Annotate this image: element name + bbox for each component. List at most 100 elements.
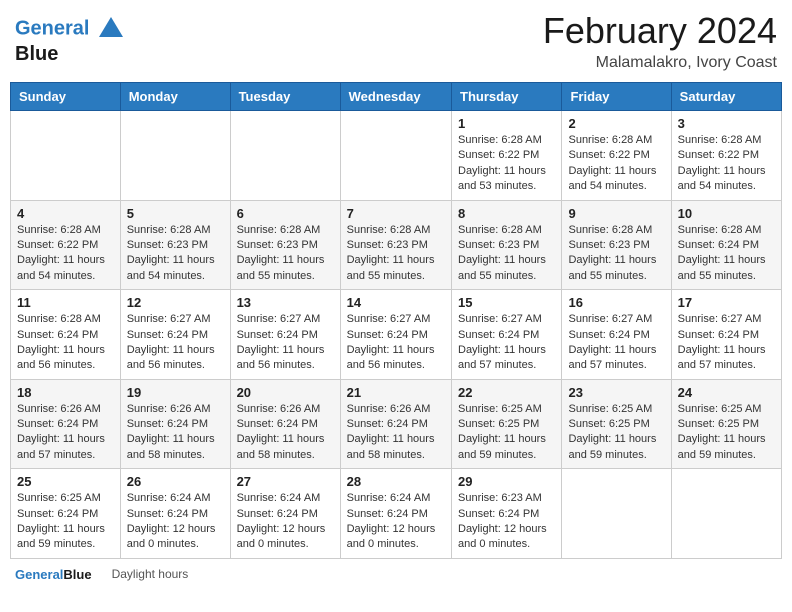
day-info: Sunrise: 6:26 AMSunset: 6:24 PMDaylight:… (17, 402, 114, 464)
dow-sunday: Sunday (11, 83, 121, 111)
day-info: Sunrise: 6:24 AMSunset: 6:24 PMDaylight:… (127, 491, 224, 553)
footer: GeneralBlue Daylight hours (10, 567, 782, 582)
calendar-cell (230, 111, 340, 201)
calendar-cell: 26 Sunrise: 6:24 AMSunset: 6:24 PMDayligh… (120, 469, 230, 559)
day-number: 9 (568, 206, 664, 221)
day-number: 19 (127, 385, 224, 400)
calendar-cell: 9 Sunrise: 6:28 AMSunset: 6:23 PMDaylight… (562, 200, 671, 290)
day-info: Sunrise: 6:26 AMSunset: 6:24 PMDaylight:… (127, 402, 224, 464)
calendar-cell: 17Sunrise: 6:27 AMSunset: 6:24 PMDayligh… (671, 290, 781, 380)
day-number: 29 (458, 474, 555, 489)
calendar-cell: 16 Sunrise: 6:27 AMSunset: 6:24 PMDayligh… (562, 290, 671, 380)
day-number: 20 (237, 385, 334, 400)
calendar-cell: 20 Sunrise: 6:26 AMSunset: 6:24 PMDayligh… (230, 379, 340, 469)
footer-note: Daylight hours (112, 567, 189, 581)
calendar-cell (671, 469, 781, 559)
calendar-cell: 12 Sunrise: 6:27 AMSunset: 6:24 PMDayligh… (120, 290, 230, 380)
calendar-cell (340, 111, 451, 201)
day-number: 18 (17, 385, 114, 400)
calendar-cell: 23 Sunrise: 6:25 AMSunset: 6:25 PMDayligh… (562, 379, 671, 469)
calendar-cell: 11 Sunrise: 6:28 AMSunset: 6:24 PMDayligh… (11, 290, 121, 380)
location-title: Malamalakro, Ivory Coast (543, 54, 777, 72)
calendar-cell: 18 Sunrise: 6:26 AMSunset: 6:24 PMDayligh… (11, 379, 121, 469)
calendar-cell: 3Sunrise: 6:28 AMSunset: 6:22 PMDaylight… (671, 111, 781, 201)
calendar-cell: 25 Sunrise: 6:25 AMSunset: 6:24 PMDayligh… (11, 469, 121, 559)
day-info: Sunrise: 6:28 AMSunset: 6:23 PMDaylight:… (458, 223, 555, 285)
footer-logo: GeneralBlue (15, 567, 92, 582)
day-number: 17 (678, 295, 775, 310)
day-number: 25 (17, 474, 114, 489)
logo-blue: Blue (15, 43, 125, 65)
calendar-cell: 5Sunrise: 6:28 AMSunset: 6:23 PMDaylight… (120, 200, 230, 290)
week-row-1: 1 Sunrise: 6:28 AMSunset: 6:22 PMDaylight… (11, 111, 782, 201)
day-number: 13 (237, 295, 334, 310)
calendar-cell (11, 111, 121, 201)
calendar-cell: 2Sunrise: 6:28 AMSunset: 6:22 PMDaylight… (562, 111, 671, 201)
day-info: Sunrise: 6:28 AMSunset: 6:23 PMDaylight:… (347, 223, 445, 285)
day-number: 26 (127, 474, 224, 489)
day-number: 6 (237, 206, 334, 221)
day-number: 16 (568, 295, 664, 310)
day-number: 1 (458, 116, 555, 131)
day-number: 22 (458, 385, 555, 400)
day-number: 23 (568, 385, 664, 400)
day-number: 4 (17, 206, 114, 221)
day-info: Sunrise: 6:28 AMSunset: 6:23 PMDaylight:… (568, 223, 664, 285)
title-area: February 2024 Malamalakro, Ivory Coast (543, 10, 777, 72)
day-info: Sunrise: 6:28 AMSunset: 6:24 PMDaylight:… (17, 312, 114, 374)
day-number: 8 (458, 206, 555, 221)
day-info: Sunrise: 6:25 AMSunset: 6:24 PMDaylight:… (17, 491, 114, 553)
dow-tuesday: Tuesday (230, 83, 340, 111)
calendar-cell: 1 Sunrise: 6:28 AMSunset: 6:22 PMDaylight… (452, 111, 562, 201)
calendar-cell: 4 Sunrise: 6:28 AMSunset: 6:22 PMDaylight… (11, 200, 121, 290)
day-info: Sunrise: 6:28 AMSunset: 6:23 PMDaylight:… (127, 223, 224, 285)
dow-monday: Monday (120, 83, 230, 111)
logo-general: General (15, 17, 89, 39)
calendar-cell: 15Sunrise: 6:27 AMSunset: 6:24 PMDayligh… (452, 290, 562, 380)
calendar-cell: 14 Sunrise: 6:27 AMSunset: 6:24 PMDayligh… (340, 290, 451, 380)
day-info: Sunrise: 6:28 AMSunset: 6:22 PMDaylight:… (458, 133, 555, 195)
month-title: February 2024 (543, 10, 777, 52)
calendar-cell: 19 Sunrise: 6:26 AMSunset: 6:24 PMDayligh… (120, 379, 230, 469)
day-number: 12 (127, 295, 224, 310)
week-row-4: 18 Sunrise: 6:26 AMSunset: 6:24 PMDayligh… (11, 379, 782, 469)
day-info: Sunrise: 6:27 AMSunset: 6:24 PMDaylight:… (127, 312, 224, 374)
day-number: 14 (347, 295, 445, 310)
day-number: 28 (347, 474, 445, 489)
calendar-cell: 22 Sunrise: 6:25 AMSunset: 6:25 PMDayligh… (452, 379, 562, 469)
calendar-cell: 24Sunrise: 6:25 AMSunset: 6:25 PMDayligh… (671, 379, 781, 469)
header: General Blue February 2024 Malamalakro, … (10, 10, 782, 72)
dow-wednesday: Wednesday (340, 83, 451, 111)
logo: General Blue (15, 15, 125, 65)
day-info: Sunrise: 6:28 AMSunset: 6:22 PMDaylight:… (17, 223, 114, 285)
day-info: Sunrise: 6:24 AMSunset: 6:24 PMDaylight:… (347, 491, 445, 553)
day-info: Sunrise: 6:25 AMSunset: 6:25 PMDaylight:… (458, 402, 555, 464)
calendar: SundayMondayTuesdayWednesdayThursdayFrid… (10, 82, 782, 559)
calendar-cell: 10 Sunrise: 6:28 AMSunset: 6:24 PMDayligh… (671, 200, 781, 290)
day-info: Sunrise: 6:27 AMSunset: 6:24 PMDaylight:… (568, 312, 664, 374)
day-number: 27 (237, 474, 334, 489)
day-info: Sunrise: 6:24 AMSunset: 6:24 PMDaylight:… (237, 491, 334, 553)
calendar-cell (562, 469, 671, 559)
day-info: Sunrise: 6:28 AMSunset: 6:24 PMDaylight:… (678, 223, 775, 285)
day-number: 2 (568, 116, 664, 131)
day-number: 10 (678, 206, 775, 221)
calendar-cell: 7 Sunrise: 6:28 AMSunset: 6:23 PMDaylight… (340, 200, 451, 290)
day-info: Sunrise: 6:25 AMSunset: 6:25 PMDaylight:… (568, 402, 664, 464)
day-info: Sunrise: 6:26 AMSunset: 6:24 PMDaylight:… (237, 402, 334, 464)
day-info: Sunrise: 6:28 AMSunset: 6:23 PMDaylight:… (237, 223, 334, 285)
day-info: Sunrise: 6:27 AMSunset: 6:24 PMDaylight:… (458, 312, 555, 374)
week-row-2: 4 Sunrise: 6:28 AMSunset: 6:22 PMDaylight… (11, 200, 782, 290)
calendar-cell: 6 Sunrise: 6:28 AMSunset: 6:23 PMDaylight… (230, 200, 340, 290)
week-row-5: 25 Sunrise: 6:25 AMSunset: 6:24 PMDayligh… (11, 469, 782, 559)
dow-friday: Friday (562, 83, 671, 111)
day-info: Sunrise: 6:27 AMSunset: 6:24 PMDaylight:… (237, 312, 334, 374)
calendar-cell: 21Sunrise: 6:26 AMSunset: 6:24 PMDayligh… (340, 379, 451, 469)
day-number: 7 (347, 206, 445, 221)
day-number: 3 (678, 116, 775, 131)
day-info: Sunrise: 6:26 AMSunset: 6:24 PMDaylight:… (347, 402, 445, 464)
day-info: Sunrise: 6:23 AMSunset: 6:24 PMDaylight:… (458, 491, 555, 553)
day-number: 11 (17, 295, 114, 310)
calendar-cell: 28 Sunrise: 6:24 AMSunset: 6:24 PMDayligh… (340, 469, 451, 559)
day-info: Sunrise: 6:27 AMSunset: 6:24 PMDaylight:… (347, 312, 445, 374)
